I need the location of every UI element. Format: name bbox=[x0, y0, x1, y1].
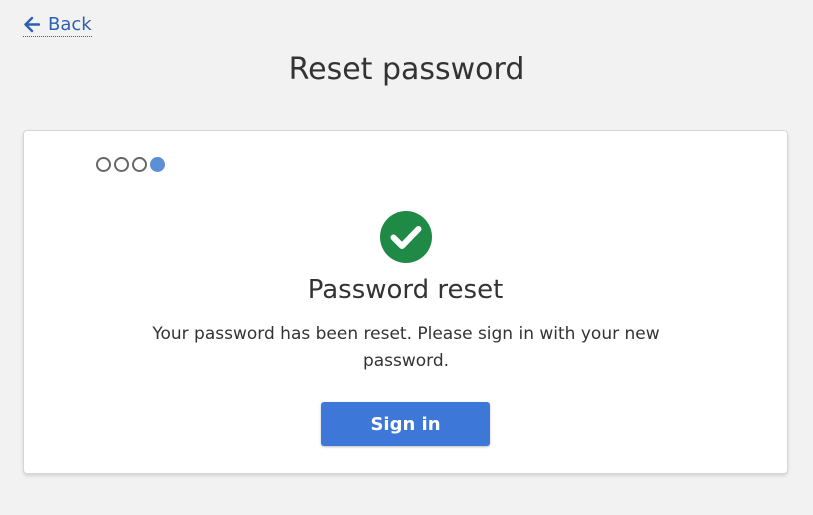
step-dot-1 bbox=[96, 157, 111, 172]
confirmation-card: Password reset Your password has been re… bbox=[23, 130, 788, 474]
step-dot-4-current bbox=[150, 157, 165, 172]
arrow-left-icon bbox=[23, 16, 40, 33]
step-dot-2 bbox=[114, 157, 129, 172]
check-circle-icon bbox=[379, 210, 433, 264]
step-indicator bbox=[96, 157, 165, 172]
page-title: Reset password bbox=[288, 52, 525, 87]
back-link[interactable]: Back bbox=[23, 14, 92, 37]
step-dot-3 bbox=[132, 157, 147, 172]
success-message: Your password has been reset. Please sig… bbox=[152, 324, 660, 371]
back-label: Back bbox=[48, 14, 92, 35]
sign-in-button[interactable]: Sign in bbox=[321, 402, 490, 446]
success-title: Password reset bbox=[307, 275, 504, 305]
